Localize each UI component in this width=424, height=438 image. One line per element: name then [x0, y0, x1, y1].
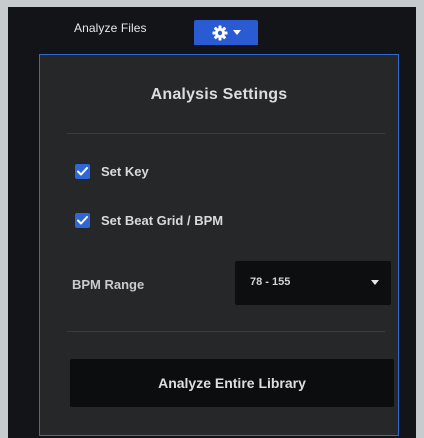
set-beat-grid-label: Set Beat Grid / BPM [101, 213, 224, 228]
analysis-settings-button[interactable] [194, 20, 258, 45]
caret-down-icon [232, 29, 241, 36]
bpm-range-select[interactable]: 78 - 155 [235, 261, 391, 305]
set-key-label: Set Key [101, 164, 149, 179]
set-beat-grid-option[interactable]: Set Beat Grid / BPM [75, 213, 223, 228]
divider [67, 133, 385, 134]
bpm-range-value: 78 - 155 [250, 276, 291, 288]
set-key-option[interactable]: Set Key [75, 164, 149, 179]
analyze-files-button[interactable]: Analyze Files [74, 21, 147, 35]
analysis-settings-popup: Analysis Settings Set Key Set Beat Grid … [39, 54, 399, 436]
gear-icon [212, 25, 228, 41]
divider [67, 331, 385, 332]
app-window: Analyze Files Analysis Settings Set Key … [8, 7, 416, 438]
set-key-checkbox[interactable] [75, 164, 90, 179]
set-beat-grid-checkbox[interactable] [75, 213, 90, 228]
chevron-down-icon [371, 280, 379, 285]
bpm-range-label: BPM Range [72, 277, 145, 292]
popup-title: Analysis Settings [150, 86, 288, 103]
analyze-entire-library-button[interactable]: Analyze Entire Library [70, 359, 394, 407]
analyze-toolbar: Analyze Files [8, 7, 416, 45]
